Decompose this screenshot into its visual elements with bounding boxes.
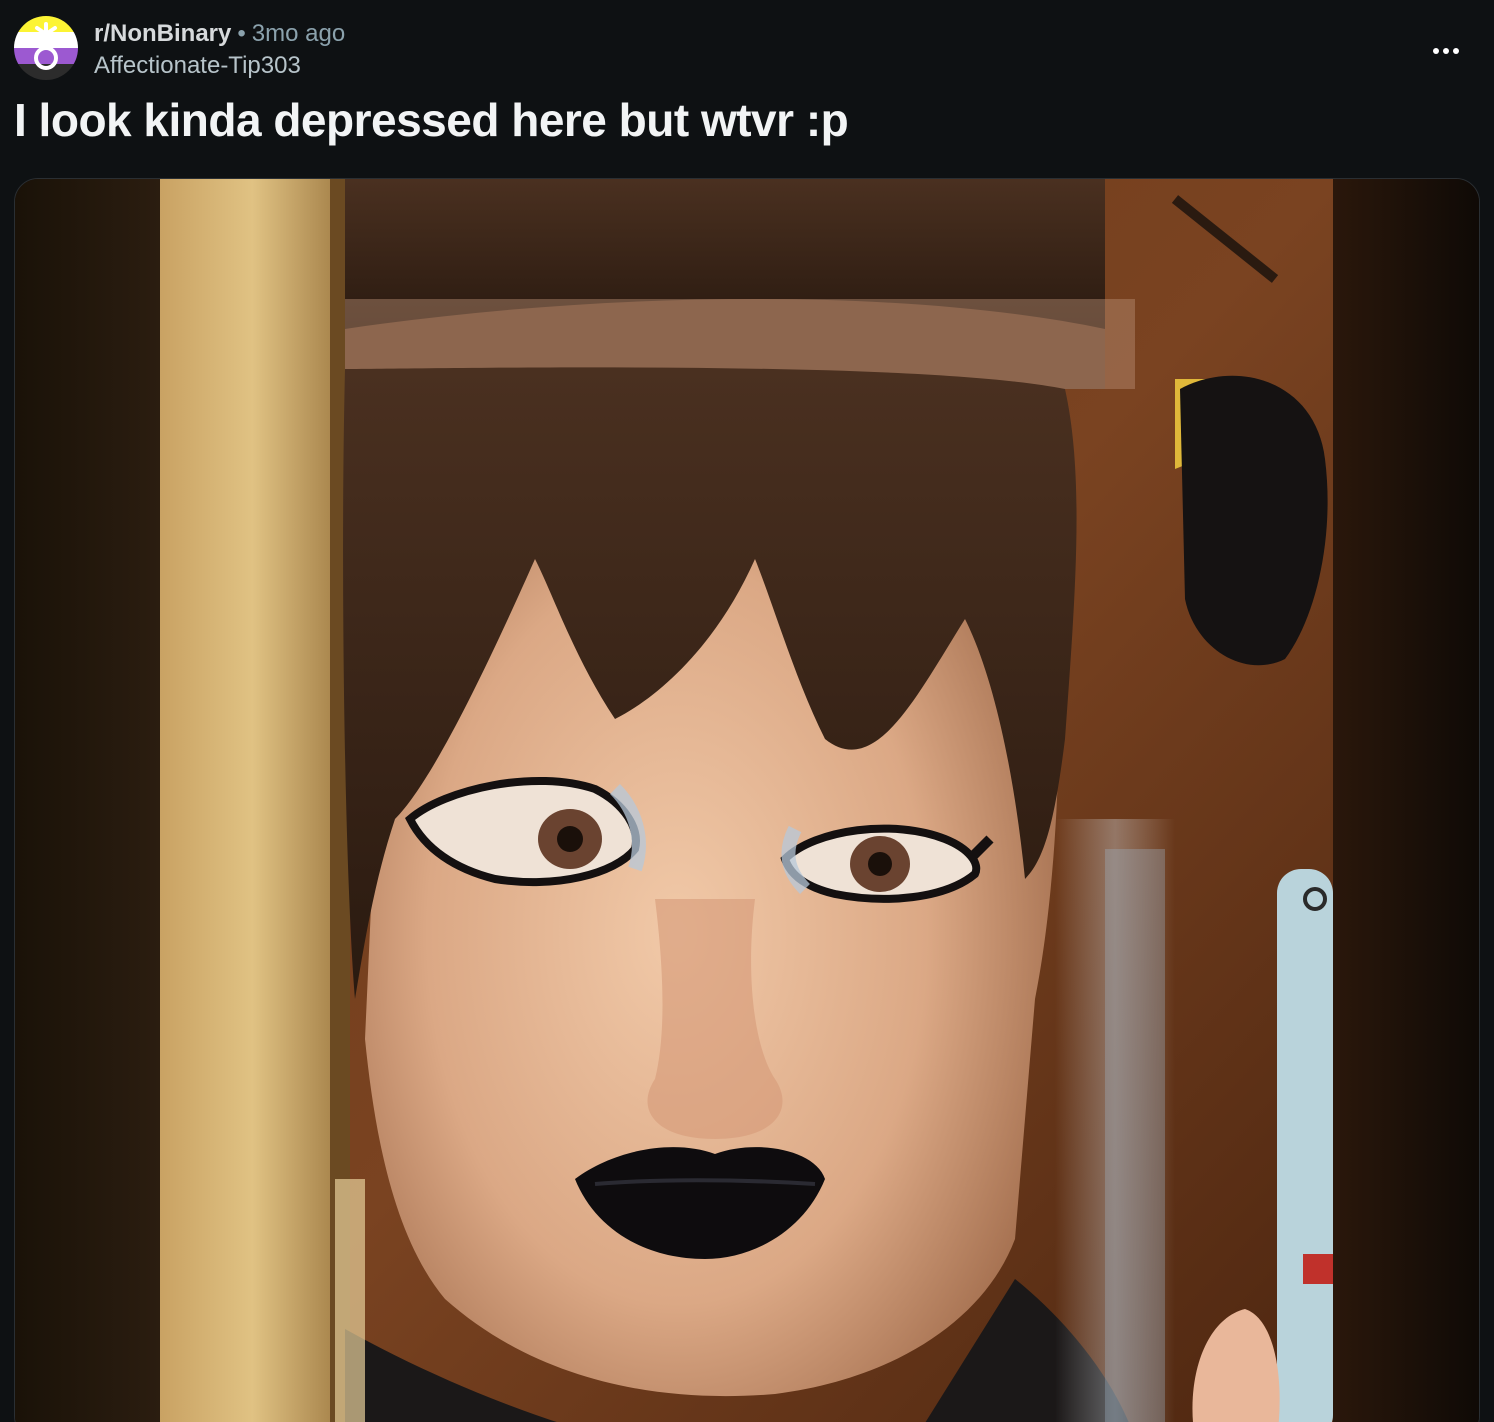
post-header: r/NonBinary • 3mo ago Affectionate-Tip303 [14,16,1480,86]
ellipsis-horizontal-icon [1433,48,1459,54]
post-title[interactable]: I look kinda depressed here but wtvr :p [14,92,849,148]
post-image[interactable] [14,178,1480,1422]
meta-separator: • [237,20,246,47]
post-image-icon [15,179,1479,1422]
post-time: 3mo ago [251,20,346,47]
subreddit-link[interactable]: r/NonBinary [94,20,231,47]
more-options-button[interactable] [1426,36,1466,66]
nonbinary-symbol-icon [34,22,58,70]
post-meta-line: r/NonBinary • 3mo ago [94,18,345,50]
post-meta: r/NonBinary • 3mo ago Affectionate-Tip303 [94,18,345,82]
author-link[interactable]: Affectionate-Tip303 [94,50,345,82]
post-page: r/NonBinary • 3mo ago Affectionate-Tip303 … [0,0,1494,1422]
subreddit-avatar[interactable] [14,16,78,80]
